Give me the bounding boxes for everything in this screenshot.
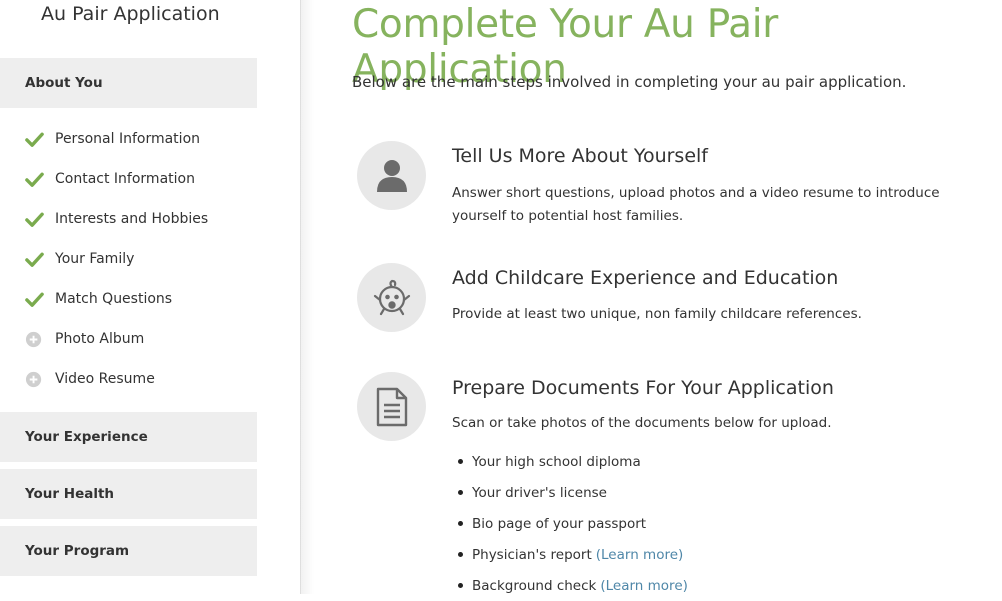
list-item: Physician's report (Learn more): [452, 539, 688, 570]
section-your-experience[interactable]: Your Experience: [0, 412, 257, 462]
document-name: Your driver's license: [472, 484, 607, 501]
sidebar-item-label: Photo Album: [55, 331, 145, 347]
baby-icon: [357, 263, 426, 332]
sidebar-item-label: Your Family: [55, 251, 135, 267]
check-icon: [25, 132, 44, 147]
step-title: Prepare Documents For Your Application: [452, 377, 834, 399]
check-icon: [25, 292, 44, 307]
section-label: Your Experience: [25, 429, 148, 445]
sidebar-item-contact-information[interactable]: Contact Information: [25, 167, 195, 191]
step-description: Provide at least two unique, non family …: [452, 306, 862, 322]
section-about-you[interactable]: About You: [0, 58, 257, 108]
bullet: [458, 521, 463, 526]
document-list: Your high school diploma Your driver's l…: [452, 446, 688, 601]
step-description: Answer short questions, upload photos an…: [452, 185, 940, 224]
sidebar-item-personal-information[interactable]: Personal Information: [25, 127, 200, 151]
list-item: Background check (Learn more): [452, 570, 688, 601]
plus-circle-icon: [25, 331, 42, 347]
list-item: Your high school diploma: [452, 446, 688, 477]
check-icon: [25, 212, 44, 227]
section-label: About You: [25, 75, 103, 91]
check-icon: [25, 252, 44, 267]
sidebar-item-label: Contact Information: [55, 171, 195, 187]
list-item: Your driver's license: [452, 477, 688, 508]
sidebar-item-video-resume[interactable]: Video Resume: [25, 367, 155, 391]
bullet: [458, 583, 463, 588]
sidebar-item-label: Personal Information: [55, 131, 201, 147]
sidebar-item-label: Match Questions: [55, 291, 173, 307]
bullet: [458, 552, 463, 557]
app-title: Au Pair Application: [41, 3, 220, 25]
sidebar-item-photo-album[interactable]: Photo Album: [25, 327, 144, 351]
step-description: Scan or take photos of the documents bel…: [452, 415, 832, 431]
step-title: Add Childcare Experience and Education: [452, 267, 839, 289]
sidebar-item-label: Interests and Hobbies: [55, 211, 209, 227]
document-name: Background check: [472, 577, 597, 594]
list-item: Bio page of your passport: [452, 508, 688, 539]
sidebar-item-interests-and-hobbies[interactable]: Interests and Hobbies: [25, 207, 208, 231]
document-icon: [357, 372, 426, 441]
bullet: [458, 459, 463, 464]
document-name: Your high school diploma: [472, 453, 641, 470]
intro-text: Below are the main steps involved in com…: [352, 73, 907, 91]
document-name: Physician's report: [472, 546, 592, 563]
learn-more-link[interactable]: (Learn more): [600, 578, 688, 594]
section-your-health[interactable]: Your Health: [0, 469, 257, 519]
person-icon: [357, 141, 426, 210]
bullet: [458, 490, 463, 495]
section-label: Your Program: [25, 543, 130, 559]
plus-circle-icon: [25, 371, 42, 387]
sidebar-item-match-questions[interactable]: Match Questions: [25, 287, 172, 311]
sidebar-item-your-family[interactable]: Your Family: [25, 247, 134, 271]
sidebar: Au Pair Application About You Personal I…: [0, 0, 301, 594]
section-your-program[interactable]: Your Program: [0, 526, 257, 576]
document-name: Bio page of your passport: [472, 515, 647, 532]
sidebar-item-label: Video Resume: [55, 371, 155, 387]
step-title: Tell Us More About Yourself: [452, 145, 708, 167]
section-label: Your Health: [25, 486, 115, 502]
check-icon: [25, 172, 44, 187]
sidebar-divider: [300, 0, 314, 594]
learn-more-link[interactable]: (Learn more): [596, 547, 684, 563]
